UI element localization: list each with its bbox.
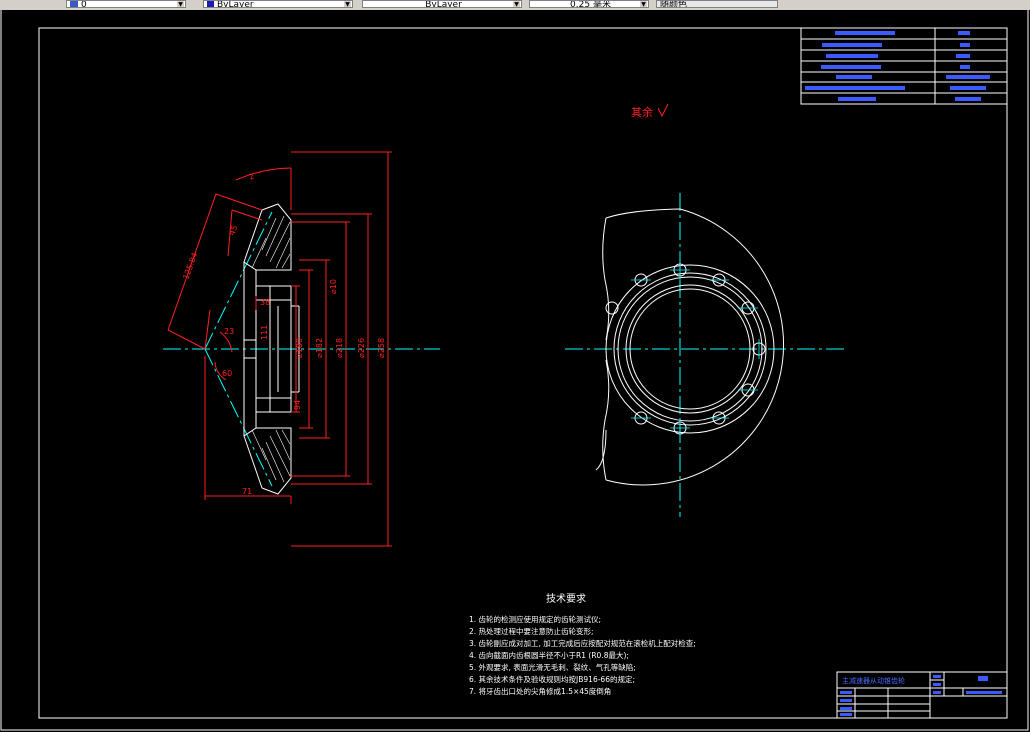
- tech-item: 7. 将牙齿出口处的尖角修成1.5×45度倒角: [469, 686, 611, 696]
- dim-f3: 94: [293, 400, 302, 410]
- tech-item: 3. 齿轮副应成对加工, 加工完成后应按配对规范在滚检机上配对检查;: [469, 638, 696, 648]
- dim-r1: 45: [227, 224, 239, 237]
- remaining-roughness-label: 其余: [631, 105, 653, 119]
- dim-d258: ⌀258: [377, 338, 386, 358]
- dim-angle: 23: [224, 327, 234, 336]
- dim-d180: ⌀180: [295, 338, 304, 358]
- roughness-symbol-icon: [657, 103, 669, 118]
- gear-section-view: 2 45 125.84 23 60 38 111 94 ⌀180 ⌀182 ⌀2…: [163, 151, 440, 547]
- chevron-down-icon[interactable]: ▼: [344, 1, 351, 7]
- technical-requirements: 技术要求 1. 齿轮的检测应使用规定的齿轮测试仪; 2. 热处理过程中要注意防止…: [469, 592, 696, 696]
- tech-item: 6. 其余技术条件及验收规则均按JB916-66的规定;: [469, 674, 635, 684]
- dim-a60: 60: [222, 369, 232, 378]
- plotstyle-value: 随颜色: [660, 0, 688, 8]
- dim-w: 71: [242, 487, 252, 496]
- color-swatch-icon: [207, 1, 214, 7]
- dim-d218: ⌀218: [335, 338, 344, 358]
- drawing-canvas[interactable]: 其余 2 45 125.84 23 60 38 111 94 ⌀180 ⌀182…: [0, 10, 1030, 732]
- tech-item: 2. 热处理过程中要注意防止齿轮变形;: [469, 626, 594, 636]
- layer-dropdown[interactable]: 0 ▼: [66, 0, 186, 8]
- linetype-value: ByLayer: [425, 0, 462, 8]
- linetype-dropdown[interactable]: ByLayer ▼: [362, 0, 522, 8]
- lineweight-dropdown[interactable]: 0.25 毫米 ▼: [529, 0, 649, 8]
- tech-item: 4. 齿向截面内齿根圆半径不小于R1 (R0.8最大);: [469, 650, 629, 660]
- tech-item: 1. 齿轮的检测应使用规定的齿轮测试仪;: [469, 614, 601, 624]
- gear-front-view: [565, 193, 845, 517]
- dim-a1: 125.84: [181, 251, 199, 280]
- tech-item: 5. 外观要求, 表面光滑无毛刺、裂纹、气孔等缺陷;: [469, 662, 636, 672]
- lineweight-value: 0.25 毫米: [570, 0, 611, 8]
- dim-f1: 38: [260, 298, 270, 307]
- title-block-name: 主减速器从动锥齿轮: [842, 676, 905, 685]
- dim-f2: 111: [260, 325, 269, 340]
- chevron-down-icon[interactable]: ▼: [177, 1, 184, 7]
- gear-parameter-table: [800, 27, 1008, 105]
- layer-icon: [70, 1, 78, 7]
- dim-d8: ⌀10: [329, 279, 338, 294]
- plotstyle-dropdown[interactable]: 随颜色: [656, 0, 778, 8]
- cad-drawing: 其余 2 45 125.84 23 60 38 111 94 ⌀180 ⌀182…: [0, 10, 1029, 731]
- chevron-down-icon[interactable]: ▼: [640, 1, 647, 7]
- color-value: ByLayer: [217, 0, 254, 8]
- dim-d182: ⌀182: [315, 338, 324, 358]
- tech-title: 技术要求: [546, 592, 586, 605]
- chevron-down-icon[interactable]: ▼: [513, 1, 520, 7]
- layer-value: 0: [81, 0, 87, 8]
- color-dropdown[interactable]: ByLayer ▼: [203, 0, 353, 8]
- dim-d226: ⌀226: [357, 338, 366, 358]
